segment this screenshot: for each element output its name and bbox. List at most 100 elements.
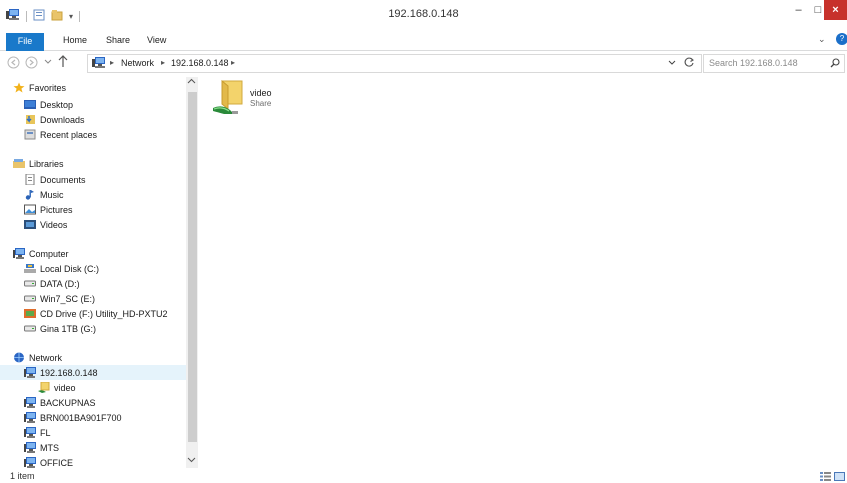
window-title: 192.168.0.148 [388,8,459,20]
videos-icon [24,219,36,230]
scroll-up-icon[interactable] [187,78,196,87]
sidebar-item-label: Desktop [40,99,74,110]
sidebar-item-label: BRN001BA901F700 [40,412,122,423]
forward-button[interactable] [25,56,38,72]
sidebar-item-label: CD Drive (F:) Utility_HD-PXTU2 [40,308,168,319]
minimize-button[interactable]: – [785,0,812,20]
breadcrumb-network[interactable]: Network [121,58,154,68]
tab-share[interactable]: Share [106,30,130,50]
sidebar-item-desktop[interactable]: Desktop [0,97,186,112]
nav-scrollbar-thumb[interactable] [188,92,197,442]
sidebar-item-video[interactable]: video [0,380,186,395]
maximize-button[interactable]: □ [812,0,824,20]
sidebar-item-label: Music [40,189,64,200]
shared-folder-icon [38,381,50,393]
search-icon[interactable] [830,58,840,70]
close-button[interactable]: × [824,0,847,20]
back-button[interactable] [7,56,20,72]
network-computer-icon [24,367,36,378]
sidebar-item-label: DATA (D:) [40,278,80,289]
address-history-dropdown-icon[interactable] [668,59,676,69]
local-disk-icon [24,263,36,274]
network-computer-icon [24,412,36,423]
drive-icon [24,323,36,334]
network-computer-icon [24,442,36,453]
sidebar-item-fl[interactable]: FL [0,425,186,440]
sidebar-item-backupnas[interactable]: BACKUPNAS [0,395,186,410]
breadcrumb-chevron-icon[interactable]: ▸ [231,58,235,67]
sidebar-item-favorites[interactable]: Favorites [0,80,186,95]
tab-view[interactable]: View [147,30,166,50]
libraries-icon [13,158,25,169]
network-computer-icon [24,457,36,468]
sidebar-item-label: FL [40,427,51,438]
sidebar-item-label: Videos [40,219,68,230]
tab-file[interactable]: File [6,33,44,52]
sidebar-item-brn001ba901f700[interactable]: BRN001BA901F700 [0,410,186,425]
list-item[interactable]: video Share [213,79,356,122]
drive-icon [24,293,36,304]
sidebar-item-documents[interactable]: Documents [0,172,186,187]
sidebar-item-label: OFFICE [40,457,73,468]
sidebar-item-label: Downloads [40,114,85,125]
recent-locations-icon[interactable] [44,57,52,68]
large-icons-view-icon[interactable] [834,472,845,481]
star-icon [13,82,25,93]
computer-icon [13,248,25,259]
desktop-icon [24,99,36,110]
sidebar-item-music[interactable]: Music [0,187,186,202]
sidebar-item-label: Pictures [40,204,73,215]
refresh-icon[interactable] [684,57,695,70]
scroll-down-icon[interactable] [187,456,196,465]
sidebar-item-computer[interactable]: Computer [0,246,186,261]
sidebar-item-label: Network [29,352,63,363]
up-button[interactable] [58,55,68,71]
navigation-pane: Favorites Desktop Downloads Recent places Li… [0,77,198,468]
sidebar-item-label: Libraries [29,158,64,169]
sidebar-item-label: 192.168.0.148 [40,367,98,378]
expand-ribbon-icon[interactable]: ⌄ [818,34,826,45]
breadcrumb-chevron-icon[interactable]: ▸ [161,58,165,67]
recent-places-icon [24,129,36,140]
sidebar-item-label: Win7_SC (E:) [40,293,96,304]
details-view-icon[interactable] [820,472,831,481]
item-count: 1 item [10,471,35,481]
address-row: ▸ Network ▸ 192.168.0.148 ▸ Search 192.1… [0,51,847,75]
sidebar-item-label: BACKUPNAS [40,397,96,408]
sidebar-item-videos[interactable]: Videos [0,217,186,232]
help-icon[interactable]: ? [836,33,847,45]
sidebar-item-192-168-0-148[interactable]: 192.168.0.148 [0,365,186,380]
sidebar-item-mts[interactable]: MTS [0,440,186,455]
status-bar [0,469,847,482]
sidebar-item-label: Local Disk (C:) [40,263,100,274]
drive-icon [24,278,36,289]
sidebar-item-label: MTS [40,442,59,453]
sidebar-item-local-disk-c[interactable]: Local Disk (C:) [0,261,186,276]
sidebar-item-win7-sc-e[interactable]: Win7_SC (E:) [0,291,186,306]
item-type: Share [250,99,272,108]
search-placeholder: Search 192.168.0.148 [709,58,798,68]
pictures-icon [24,204,36,215]
sidebar-item-recent-places[interactable]: Recent places [0,127,186,142]
address-bar[interactable]: ▸ Network ▸ 192.168.0.148 ▸ [87,54,702,73]
item-name: video [250,88,272,98]
documents-icon [24,173,36,186]
music-icon [24,189,36,200]
sidebar-item-label: Favorites [29,82,67,93]
sidebar-item-gina-1tb-g[interactable]: Gina 1TB (G:) [0,321,186,336]
sidebar-item-label: Documents [40,174,86,185]
sidebar-item-libraries[interactable]: Libraries [0,156,186,171]
sidebar-item-downloads[interactable]: Downloads [0,112,186,127]
sidebar-item-pictures[interactable]: Pictures [0,202,186,217]
sidebar-item-data-d[interactable]: DATA (D:) [0,276,186,291]
sidebar-item-office[interactable]: OFFICE [0,455,186,468]
shared-folder-icon [212,78,246,118]
network-computer-icon [92,57,106,71]
breadcrumb-192-168-0-148[interactable]: 192.168.0.148 [171,58,229,68]
breadcrumb-chevron-icon[interactable]: ▸ [110,58,114,67]
tab-home[interactable]: Home [63,30,87,50]
sidebar-item-cd-drive-f-utility-hd-pxtu2[interactable]: CD Drive (F:) Utility_HD-PXTU2 [0,306,186,321]
cd-drive-icon [24,308,36,319]
search-input[interactable]: Search 192.168.0.148 [703,54,845,73]
sidebar-item-network[interactable]: Network [0,350,186,365]
